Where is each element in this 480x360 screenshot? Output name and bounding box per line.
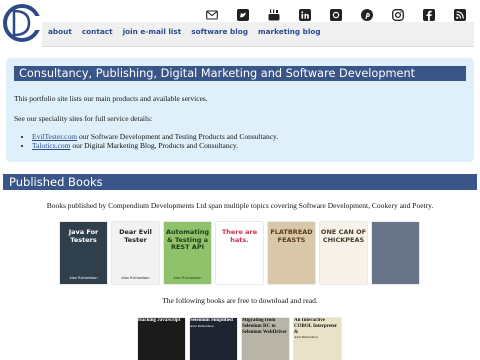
nav-software-blog[interactable]: software blog <box>191 27 248 36</box>
facebook-icon[interactable] <box>423 9 435 21</box>
book-title: Automating & Testing a REST API <box>165 228 209 252</box>
book-author: Alan Richardson <box>190 323 214 328</box>
evil-tester-description: our Software Development and Testing Pro… <box>77 132 279 141</box>
free-books-text: The following books are free to download… <box>162 296 318 305</box>
intro-line-2: See our speciality sites for full servic… <box>14 114 153 123</box>
social-links <box>206 9 466 21</box>
free-book-covers-row: Hacking JavaScript Selenium Simplified Ala… <box>138 318 341 360</box>
book-cover[interactable]: Java For Testers Alan Richardson <box>60 222 107 284</box>
book-title: An Interactive COBOL Interpreter & <box>294 318 338 335</box>
book-title: There are hats. <box>221 228 258 244</box>
book-title: Java For Testers <box>68 228 99 244</box>
book-cover[interactable]: There are hats. <box>216 222 263 284</box>
book-cover[interactable]: Migrating from Selenium RC to Selenium W… <box>242 318 289 360</box>
book-author: Alan Richardson <box>121 276 150 280</box>
evil-tester-link[interactable]: EvilTester.com <box>32 132 77 141</box>
book-cover[interactable]: An Interactive COBOL Interpreter & Alan R… <box>294 318 341 360</box>
book-cover[interactable]: Hacking JavaScript <box>138 318 185 360</box>
book-cover[interactable] <box>372 222 419 284</box>
book-title: FLATBREAD FEASTS <box>270 228 313 244</box>
main-nav: about contact join e-mail list software … <box>48 27 321 36</box>
nav-marketing-blog[interactable]: marketing blog <box>258 27 321 36</box>
intro-card-title: Consultancy, Publishing, Digital Marketi… <box>14 66 466 81</box>
book-cover[interactable]: FLATBREAD FEASTS <box>268 222 315 284</box>
nav-join-email-list[interactable]: join e-mail list <box>123 27 182 36</box>
site-header: about contact join e-mail list software … <box>0 0 480 48</box>
rss-icon[interactable] <box>454 9 466 21</box>
book-cover[interactable]: Selenium Simplified Alan Richardson <box>190 318 237 360</box>
book-title: Selenium Simplified <box>190 318 233 323</box>
instagram-icon[interactable] <box>392 9 404 21</box>
intro-line-1: This portfolio site lists our main produ… <box>14 94 208 103</box>
intro-card: Consultancy, Publishing, Digital Marketi… <box>6 58 474 162</box>
book-title: Dear Evil Tester <box>119 228 152 244</box>
nav-about[interactable]: about <box>48 27 72 36</box>
youtube-icon[interactable] <box>268 9 280 21</box>
book-title: Migrating from Selenium RC to Selenium W… <box>242 318 287 335</box>
nav-contact[interactable]: contact <box>82 27 113 36</box>
talotics-description: our Digital Marketing Blog, Products and… <box>70 141 239 150</box>
talotics-link[interactable]: Talotics.com <box>32 141 70 150</box>
speciality-sites-list: EvilTester.com our Software Development … <box>6 132 278 150</box>
books-intro: Books published by Compendium Developmen… <box>46 201 434 210</box>
book-cover[interactable]: Automating & Testing a REST API Alan Rich… <box>164 222 211 284</box>
linkedin-icon[interactable] <box>299 9 311 21</box>
book-cover[interactable]: Dear Evil Tester Alan Richardson <box>112 222 159 284</box>
pinterest-icon[interactable] <box>361 9 373 21</box>
book-author: Alan Richardson <box>294 335 318 340</box>
book-covers-row: Java For Testers Alan Richardson Dear Evil… <box>60 222 419 284</box>
book-cover[interactable]: ONE CAN OF CHICKPEAS <box>320 222 367 284</box>
list-item: Talotics.com our Digital Marketing Blog,… <box>32 141 278 150</box>
book-author: Alan Richardson <box>173 276 202 280</box>
logo[interactable] <box>3 3 41 43</box>
twitter-icon[interactable] <box>237 9 249 21</box>
published-books-heading: Published Books <box>3 174 477 190</box>
email-icon[interactable] <box>206 9 218 21</box>
book-author: Alan Richardson <box>69 276 98 280</box>
book-title: ONE CAN OF CHICKPEAS <box>320 228 367 244</box>
list-item: EvilTester.com our Software Development … <box>32 132 278 141</box>
book-title: Hacking JavaScript <box>138 318 181 323</box>
github-icon[interactable] <box>330 9 342 21</box>
